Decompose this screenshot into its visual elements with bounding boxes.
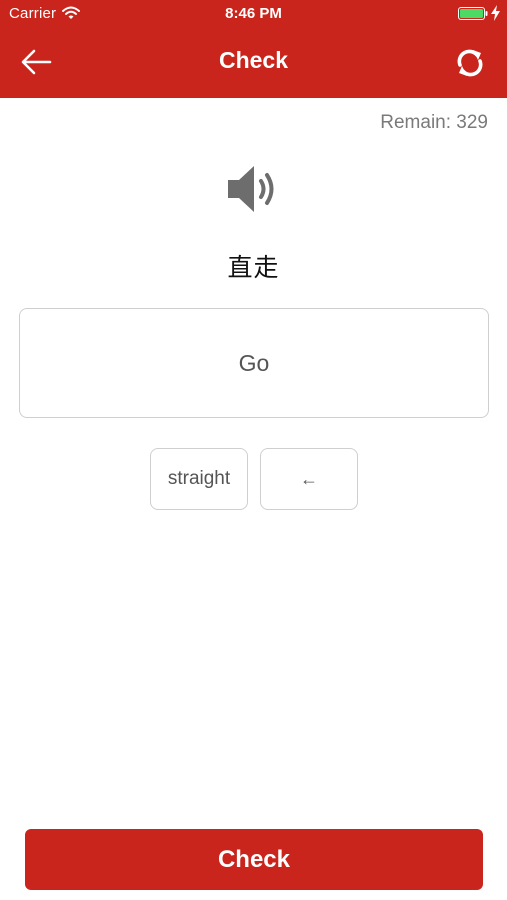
- speaker-icon[interactable]: [225, 160, 283, 218]
- screen: Carrier 8:46 PM Check Remain: 329 直走 Go …: [0, 0, 507, 900]
- word-chip-straight[interactable]: straight: [150, 448, 248, 510]
- status-bar: Carrier 8:46 PM: [0, 0, 507, 28]
- status-time: 8:46 PM: [225, 5, 282, 22]
- prompt-word: 直走: [227, 254, 280, 282]
- remain-count: Remain: 329: [380, 112, 488, 133]
- nav-bar: Check: [0, 28, 507, 98]
- answer-field[interactable]: Go: [19, 308, 489, 418]
- check-button[interactable]: Check: [25, 829, 483, 890]
- answer-text: Go: [238, 349, 270, 376]
- battery-icon: [458, 7, 488, 20]
- charging-icon: [491, 5, 500, 21]
- backspace-button[interactable]: ←: [260, 448, 358, 510]
- app-header: Carrier 8:46 PM Check: [0, 0, 507, 98]
- page-title: Check: [218, 47, 289, 73]
- refresh-icon[interactable]: [452, 45, 488, 81]
